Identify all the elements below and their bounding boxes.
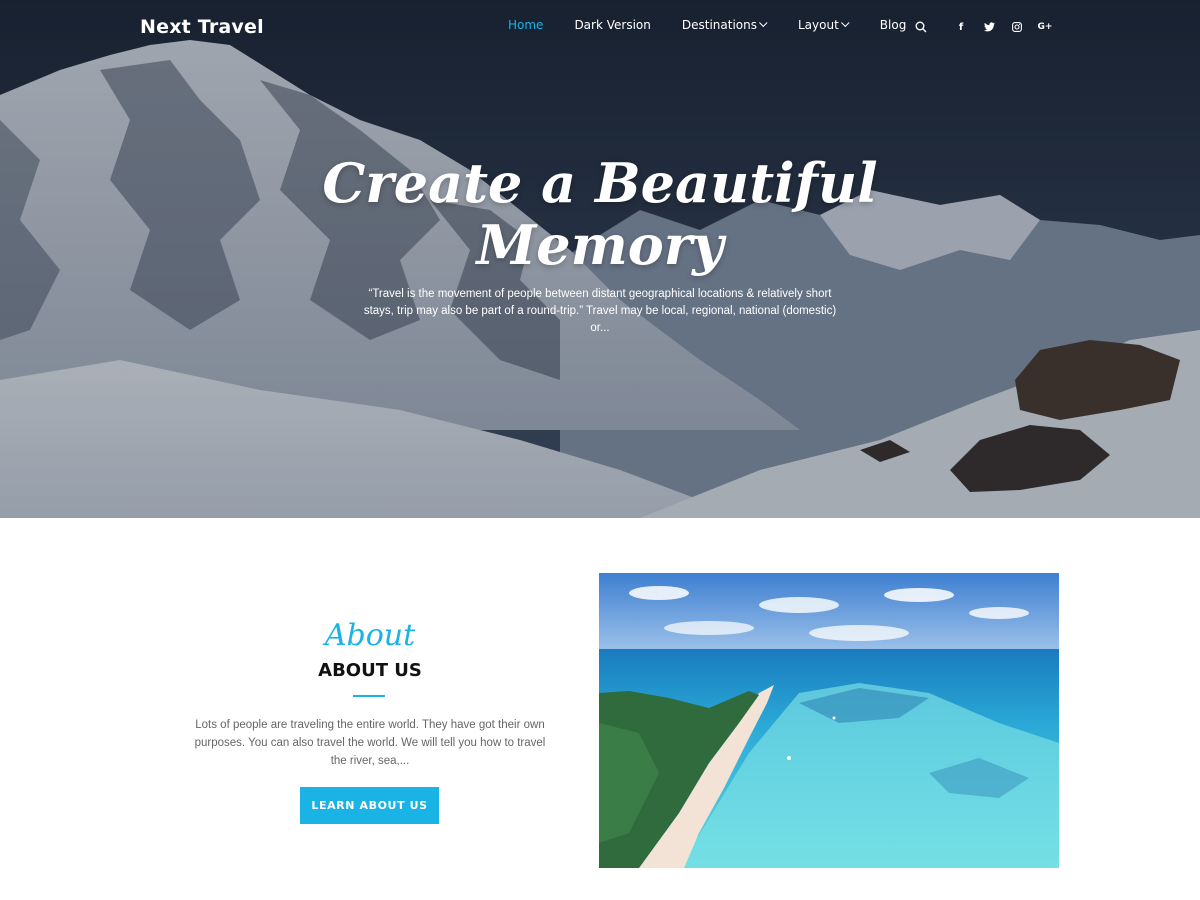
google-plus-icon[interactable]: G+ — [1037, 19, 1053, 35]
instagram-icon[interactable] — [1009, 19, 1025, 35]
about-script-heading: About — [324, 618, 416, 653]
chevron-down-icon — [840, 18, 850, 28]
facebook-icon[interactable]: f — [953, 19, 969, 35]
nav-item-destinations[interactable]: Destinations — [681, 18, 768, 32]
social-links: f G+ — [953, 19, 1065, 35]
hero-description: “Travel is the movement of people betwee… — [363, 288, 837, 334]
hero-title: Create a Beautiful Memory — [300, 152, 900, 276]
about-beach-image — [599, 573, 1059, 868]
main-nav: Home Dark Version Destinations Layout Bl… — [508, 18, 937, 32]
brand-logo[interactable]: Next Travel — [140, 16, 264, 38]
about-divider — [353, 695, 385, 697]
chevron-down-icon — [759, 18, 768, 28]
nav-item-label: Home — [508, 18, 544, 32]
hero-title-line2: Memory — [476, 213, 724, 277]
hero-title-line1: Create a Beautiful — [322, 151, 878, 215]
nav-item-label: Dark Version — [574, 18, 651, 32]
twitter-icon[interactable] — [981, 19, 997, 35]
nav-item-label: Blog — [879, 18, 907, 32]
about-title: ABOUT US — [318, 660, 422, 681]
nav-item-dark-version[interactable]: Dark Version — [574, 18, 650, 32]
nav-item-layout[interactable]: Layout — [797, 18, 850, 32]
nav-item-label: Destinations — [681, 18, 757, 32]
hero-section: Next Travel Home Dark Version Destinatio… — [0, 0, 1200, 518]
search-icon[interactable] — [914, 20, 928, 34]
nav-item-home[interactable]: Home — [508, 18, 543, 32]
about-text: Lots of people are traveling the entire … — [194, 719, 546, 767]
nav-item-blog[interactable]: Blog — [880, 18, 907, 32]
learn-about-us-button[interactable]: LEARN ABOUT US — [300, 787, 439, 824]
nav-item-label: Layout — [797, 18, 839, 32]
